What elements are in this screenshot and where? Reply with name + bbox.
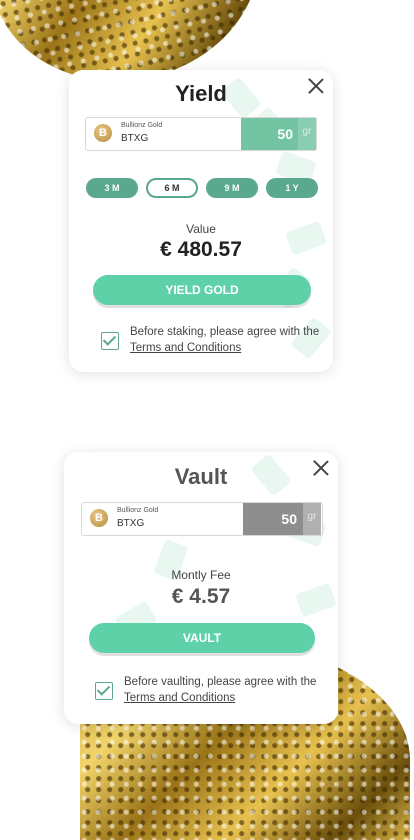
vault-card: Vault B Bullionz Gold BTXG 50 gr Montly … (64, 452, 338, 724)
unit-label: gr (303, 503, 321, 535)
vault-button[interactable]: VAULT (89, 623, 315, 653)
agree-text: Before vaulting, please agree with the T… (124, 674, 324, 706)
asset-symbol: BTXG (121, 133, 149, 144)
asset-name: Bullionz Gold (117, 507, 159, 514)
card-title: Yield (175, 81, 227, 106)
agree-checkbox[interactable] (101, 332, 119, 350)
fee-value: € 4.57 (171, 585, 231, 608)
terms-link[interactable]: Terms and Conditions (124, 692, 235, 704)
agree-text: Before staking, please agree with the Te… (130, 324, 320, 356)
amount-value[interactable]: 50 (243, 503, 303, 535)
asset-symbol: BTXG (117, 518, 145, 529)
period-1y[interactable]: 1 Y (266, 178, 318, 198)
agree-checkbox[interactable] (95, 682, 113, 700)
asset-name: Bullionz Gold (121, 122, 163, 129)
value-amount: € 480.57 (160, 238, 242, 261)
terms-link[interactable]: Terms and Conditions (130, 342, 241, 354)
period-selector: 3 M 6 M 9 M 1 Y (86, 178, 318, 198)
value-label: Value (186, 222, 216, 236)
period-6m[interactable]: 6 M (146, 178, 198, 198)
period-9m[interactable]: 9 M (206, 178, 258, 198)
amount-value[interactable]: 50 (241, 118, 299, 150)
yield-card: Yield B Bullionz Gold BTXG 50 gr 3 M 6 M… (69, 70, 333, 372)
unit-label: gr (298, 118, 316, 150)
amount-field[interactable]: B Bullionz Gold BTXG 50 gr (81, 502, 323, 536)
fee-label: Montly Fee (171, 568, 231, 582)
bitcoin-coin-icon: B (94, 124, 112, 142)
bitcoin-coin-icon: B (90, 509, 108, 527)
yield-gold-button[interactable]: YIELD GOLD (93, 275, 311, 305)
agree-label: Before vaulting, please agree with the (124, 676, 317, 688)
card-title: Vault (174, 464, 228, 489)
amount-field[interactable]: B Bullionz Gold BTXG 50 gr (85, 117, 317, 151)
period-3m[interactable]: 3 M (86, 178, 138, 198)
agree-label: Before staking, please agree with the (130, 326, 320, 338)
